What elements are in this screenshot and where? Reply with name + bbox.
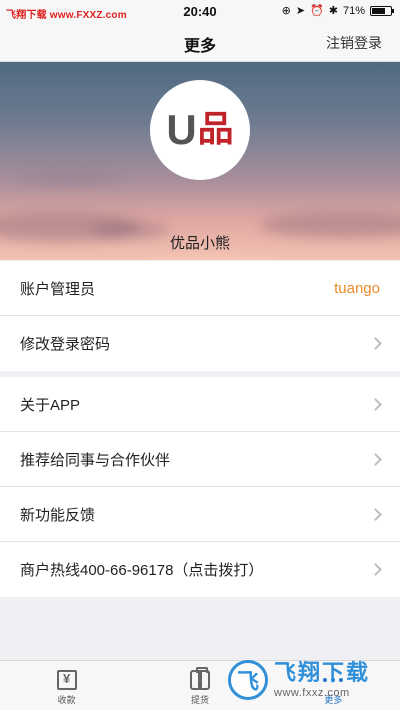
navigation-bar: 更多 注销登录 bbox=[0, 24, 400, 62]
avatar[interactable]: U 品 bbox=[150, 80, 250, 180]
chevron-right-icon bbox=[369, 337, 382, 350]
chevron-right-icon bbox=[369, 452, 382, 466]
watermark-circle: 飞 bbox=[228, 660, 268, 700]
change-password-row[interactable]: 修改登录密码 bbox=[0, 316, 400, 371]
watermark-url: www.fxxz.com bbox=[274, 686, 350, 699]
tab-bar: 收款 提货 更多 飞 飞翔下载 www.fxxz.com bbox=[0, 660, 400, 710]
tab-label: 提货 bbox=[190, 695, 209, 705]
row-label: 修改登录密码 bbox=[20, 336, 111, 353]
logo-char: 品 bbox=[197, 109, 234, 150]
row-label: 推荐给同事与合作伙伴 bbox=[20, 451, 171, 469]
row-label: 账户管理员 bbox=[20, 280, 96, 298]
row-label: 关于APP bbox=[20, 396, 81, 414]
logout-button[interactable]: 注销登录 bbox=[326, 33, 382, 53]
row-label: 新功能反馈 bbox=[20, 506, 96, 524]
battery-percent: 71% bbox=[342, 4, 365, 17]
bag-icon bbox=[189, 667, 210, 690]
watermark-title: 飞翔下载 bbox=[274, 659, 371, 685]
hotline-row[interactable]: 商户热线400-66-96178（点击拨打） bbox=[0, 542, 400, 597]
username: 优品小熊 bbox=[169, 235, 230, 252]
menu-section: 关于APP 推荐给同事与合作伙伴 新功能反馈 商户热线400-66-96178（… bbox=[0, 377, 400, 597]
chevron-right-icon bbox=[369, 563, 382, 576]
status-bar: 飞翔下载 www.FXXZ.com 20:40 ⊕ ➤ ⏰ ✱ 71% bbox=[0, 0, 400, 24]
chevron-right-icon bbox=[369, 397, 382, 411]
feedback-row[interactable]: 新功能反馈 bbox=[0, 487, 400, 542]
chevron-right-icon bbox=[369, 507, 382, 521]
recommend-row[interactable]: 推荐给同事与合作伙伴 bbox=[0, 432, 400, 487]
account-section: 账户管理员 tuango 修改登录密码 bbox=[0, 261, 400, 371]
battery-icon bbox=[370, 5, 394, 16]
lock-rotation-icon: ⊕ bbox=[281, 5, 291, 17]
profile-header: U 品 优品小熊 bbox=[0, 62, 400, 260]
collect-icon bbox=[56, 670, 77, 690]
account-admin-row[interactable]: 账户管理员 tuango bbox=[0, 261, 400, 316]
alarm-icon: ⏰ bbox=[310, 5, 324, 17]
tab-collect[interactable]: 收款 bbox=[0, 661, 133, 710]
status-icons: ⊕ ➤ ⏰ ✱ 71% bbox=[281, 4, 394, 17]
account-admin-value: tuango bbox=[334, 279, 380, 297]
row-label: 商户热线400-66-96178（点击拨打） bbox=[20, 562, 264, 579]
logo-letter: U bbox=[166, 106, 197, 153]
bluetooth-icon: ✱ bbox=[328, 5, 338, 17]
about-app-row[interactable]: 关于APP bbox=[0, 377, 400, 432]
watermark-logo: 飞 飞翔下载 www.fxxz.com bbox=[228, 656, 388, 704]
tab-label: 收款 bbox=[57, 695, 76, 705]
location-icon: ➤ bbox=[295, 5, 306, 17]
